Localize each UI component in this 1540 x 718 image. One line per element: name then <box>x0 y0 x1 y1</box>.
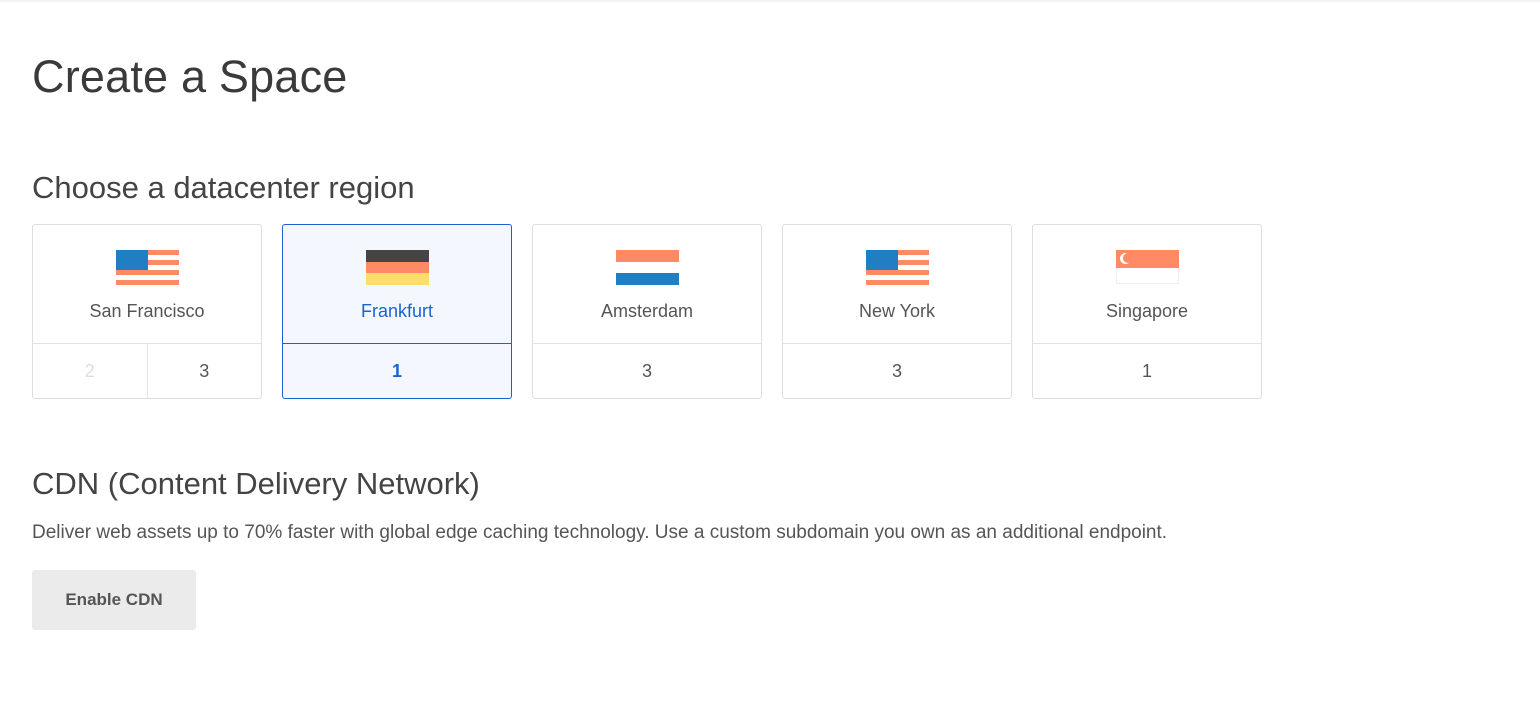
region-name: Amsterdam <box>600 301 694 321</box>
page-title: Create a Space <box>32 51 348 102</box>
datacenter-option-sgp1[interactable]: 1 <box>1033 344 1261 398</box>
us-flag-icon <box>865 250 929 285</box>
datacenter-option-fra1[interactable]: 1 <box>283 344 511 398</box>
singapore-flag-icon <box>1115 250 1179 285</box>
region-card-singapore[interactable]: Singapore 1 <box>1032 224 1262 399</box>
region-card-header: New York <box>783 225 1011 344</box>
region-card-new-york[interactable]: New York 3 <box>782 224 1012 399</box>
region-card-header: Singapore <box>1033 225 1261 344</box>
datacenter-option-nyc3[interactable]: 3 <box>783 344 1011 398</box>
cdn-section-title: CDN (Content Delivery Network) <box>32 466 480 501</box>
region-card-amsterdam[interactable]: Amsterdam 3 <box>532 224 762 399</box>
region-name: Frankfurt <box>360 301 434 321</box>
datacenter-selector: 2 3 <box>33 344 261 398</box>
region-options: San Francisco 2 3 Frankfurt 1 Amsterdam … <box>32 224 1262 399</box>
region-card-header: San Francisco <box>33 225 261 344</box>
datacenter-selector: 1 <box>1033 344 1261 398</box>
region-card-header: Amsterdam <box>533 225 761 344</box>
region-name: New York <box>858 301 936 321</box>
netherlands-flag-icon <box>615 250 679 285</box>
region-card-san-francisco[interactable]: San Francisco 2 3 <box>32 224 262 399</box>
region-section-title: Choose a datacenter region <box>32 170 415 205</box>
datacenter-selector: 1 <box>283 344 511 398</box>
cdn-description: Deliver web assets up to 70% faster with… <box>32 522 1168 543</box>
enable-cdn-button[interactable]: Enable CDN <box>32 570 196 630</box>
germany-flag-icon <box>365 250 429 285</box>
datacenter-selector: 3 <box>783 344 1011 398</box>
top-divider <box>0 0 1540 2</box>
datacenter-selector: 3 <box>533 344 761 398</box>
region-card-frankfurt[interactable]: Frankfurt 1 <box>282 224 512 399</box>
datacenter-option-ams3[interactable]: 3 <box>533 344 761 398</box>
region-name: Singapore <box>1105 301 1189 321</box>
region-card-header: Frankfurt <box>283 225 511 344</box>
us-flag-icon <box>115 250 179 285</box>
region-name: San Francisco <box>89 301 205 321</box>
datacenter-option-sfo3[interactable]: 3 <box>146 344 262 398</box>
datacenter-option-sfo2: 2 <box>84 360 95 381</box>
